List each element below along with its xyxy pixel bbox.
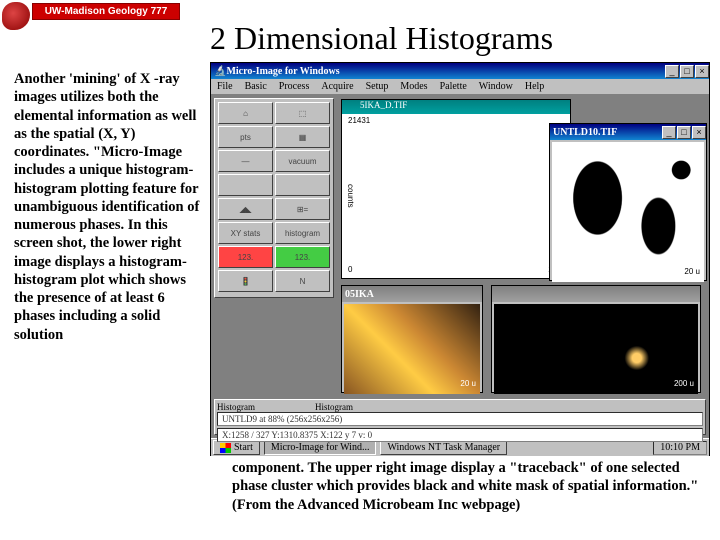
traceback-titlebar[interactable]: UNTLD10.TIF _ □ × bbox=[550, 124, 706, 140]
tool-btn-8[interactable]: ◢◣ bbox=[218, 198, 273, 220]
tool-btn-14[interactable]: 🚦 bbox=[218, 270, 273, 292]
bottom-body-text: component. The upper right image display… bbox=[232, 459, 707, 514]
mascot-icon bbox=[2, 2, 30, 30]
tool-btn-4[interactable]: — bbox=[218, 150, 273, 172]
xray-map-title: 05IKA bbox=[345, 289, 374, 300]
start-label: Start bbox=[234, 442, 253, 453]
app-title: Micro-Image for Windows bbox=[226, 66, 339, 77]
status-label-left: Histogram bbox=[217, 402, 255, 412]
menu-basic[interactable]: Basic bbox=[245, 81, 267, 92]
max-icon[interactable]: □ bbox=[677, 126, 691, 139]
hist-hist-window[interactable]: 200 u bbox=[491, 285, 701, 393]
tool-btn-13[interactable]: 123. bbox=[275, 246, 330, 268]
slide-title: 2 Dimensional Histograms bbox=[210, 20, 553, 57]
maximize-button[interactable]: □ bbox=[680, 65, 694, 78]
menu-modes[interactable]: Modes bbox=[400, 81, 427, 92]
traceback-window[interactable]: UNTLD10.TIF _ □ × 20 u bbox=[549, 123, 707, 281]
histogram-titlebar[interactable]: 5IKA_D.TIF bbox=[342, 100, 570, 114]
menu-help[interactable]: Help bbox=[525, 81, 544, 92]
start-button[interactable]: Start bbox=[213, 440, 260, 455]
traceback-scale: 20 u bbox=[684, 267, 700, 276]
windows-logo-icon bbox=[220, 443, 231, 453]
menu-window[interactable]: Window bbox=[479, 81, 513, 92]
tool-btn-11[interactable]: histogram bbox=[275, 222, 330, 244]
app-window-icon: 🔬 bbox=[214, 66, 226, 77]
app-titlebar[interactable]: 🔬 Micro-Image for Windows _ □ × bbox=[211, 63, 709, 79]
tool-btn-12[interactable]: 123. bbox=[218, 246, 273, 268]
hist-ylabel: counts bbox=[346, 184, 355, 208]
menu-file[interactable]: File bbox=[217, 81, 233, 92]
xray-map-image: 20 u bbox=[344, 304, 480, 394]
histogram-window[interactable]: 5IKA_D.TIF 21431 counts 0 20 u bbox=[341, 99, 571, 279]
status-line-2: X:1258 / 327 Y:1310.8375 X:122 y 7 v: 0 bbox=[217, 428, 703, 442]
tool-btn-15[interactable]: N bbox=[275, 270, 330, 292]
menu-bar: File Basic Process Acquire Setup Modes P… bbox=[211, 79, 709, 95]
course-banner: UW-Madison Geology 777 bbox=[32, 3, 180, 20]
mdi-workspace: ⌂ ⬚ pts ▦ — vacuum ◢◣ ⊞= XY stats histog… bbox=[211, 95, 709, 438]
tool-btn-10[interactable]: XY stats bbox=[218, 222, 273, 244]
taskbar-item-2-label: Windows NT Task Manager bbox=[387, 442, 500, 453]
menu-palette[interactable]: Palette bbox=[440, 81, 467, 92]
status-line-1: UNTLD9 at 88% (256x256x256) bbox=[217, 412, 703, 426]
hist-hist-image: 200 u bbox=[494, 304, 698, 394]
xray-map-window[interactable]: 05IKA 20 u bbox=[341, 285, 483, 393]
hist-yaxis-min: 0 bbox=[348, 265, 352, 274]
histogram-plot: 21431 counts 0 20 u bbox=[342, 114, 570, 276]
taskbar-item-taskmgr[interactable]: Windows NT Task Manager bbox=[380, 440, 507, 455]
histogram-title: 5IKA_D.TIF bbox=[360, 100, 407, 110]
tool-palette: ⌂ ⬚ pts ▦ — vacuum ◢◣ ⊞= XY stats histog… bbox=[214, 98, 334, 298]
close-button[interactable]: × bbox=[695, 65, 709, 78]
close-icon[interactable]: × bbox=[692, 126, 706, 139]
tool-btn-9[interactable]: ⊞= bbox=[275, 198, 330, 220]
traceback-title: UNTLD10.TIF bbox=[553, 127, 617, 138]
tool-btn-3[interactable]: ▦ bbox=[275, 126, 330, 148]
tool-btn-5[interactable]: vacuum bbox=[275, 150, 330, 172]
app-window: 🔬 Micro-Image for Windows _ □ × File Bas… bbox=[210, 62, 710, 456]
taskbar-item-1-label: Micro-Image for Wind... bbox=[271, 442, 370, 453]
hist-hist-scale: 200 u bbox=[674, 379, 694, 388]
tool-btn-0[interactable]: ⌂ bbox=[218, 102, 273, 124]
taskbar-item-microimage[interactable]: Micro-Image for Wind... bbox=[264, 440, 377, 455]
traceback-image: 20 u bbox=[552, 142, 704, 282]
status-label-right: Histogram bbox=[315, 402, 353, 412]
left-body-text: Another 'mining' of X -ray images utiliz… bbox=[14, 70, 202, 344]
minimize-button[interactable]: _ bbox=[665, 65, 679, 78]
menu-process[interactable]: Process bbox=[279, 81, 310, 92]
tool-btn-1[interactable]: ⬚ bbox=[275, 102, 330, 124]
taskbar-clock[interactable]: 10:10 PM bbox=[653, 441, 707, 455]
hist-yaxis-max: 21431 bbox=[348, 116, 370, 125]
xray-map-scale: 20 u bbox=[460, 379, 476, 388]
xray-map-titlebar[interactable]: 05IKA bbox=[342, 286, 482, 302]
status-panel: Histogram Histogram UNTLD9 at 88% (256x2… bbox=[214, 399, 706, 435]
tool-btn-2[interactable]: pts bbox=[218, 126, 273, 148]
tool-btn-7[interactable] bbox=[275, 174, 330, 196]
menu-acquire[interactable]: Acquire bbox=[321, 81, 353, 92]
menu-setup[interactable]: Setup bbox=[366, 81, 389, 92]
tool-btn-6[interactable] bbox=[218, 174, 273, 196]
min-icon[interactable]: _ bbox=[662, 126, 676, 139]
hist-hist-titlebar[interactable] bbox=[492, 286, 700, 302]
